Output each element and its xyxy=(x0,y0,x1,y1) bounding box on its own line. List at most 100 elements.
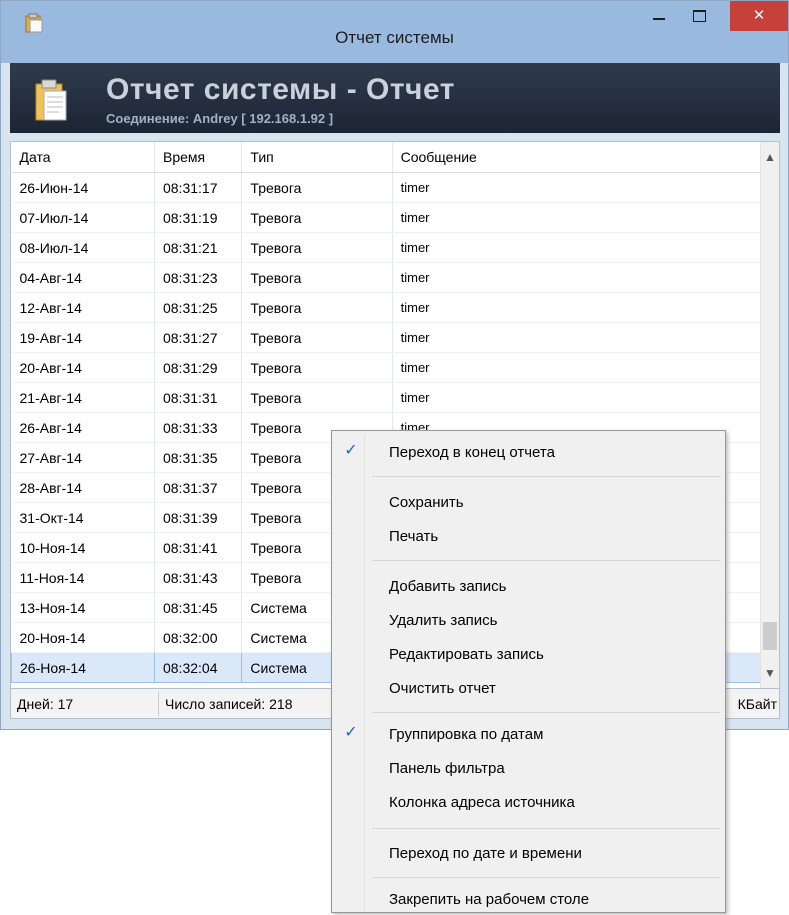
status-size: КБайт xyxy=(737,696,777,712)
cell-message: timer xyxy=(392,202,764,233)
cell-date: 07-Июл-14 xyxy=(11,202,155,233)
cell-time: 08:31:39 xyxy=(154,502,243,533)
cell-type: Тревога xyxy=(241,292,393,323)
cell-message: timer xyxy=(392,382,764,413)
menu-separator xyxy=(372,712,720,713)
menu-separator xyxy=(372,560,720,561)
cell-time: 08:32:00 xyxy=(154,622,243,653)
cell-time: 08:31:27 xyxy=(154,322,243,353)
cell-date: 11-Ноя-14 xyxy=(11,562,155,593)
cell-date: 26-Июн-14 xyxy=(11,172,155,203)
cell-time: 08:31:29 xyxy=(154,352,243,383)
check-icon: ✓ xyxy=(344,724,358,741)
column-header-type[interactable]: Тип xyxy=(241,142,393,173)
menu-item-go-to-datetime[interactable]: Переход по дате и времени xyxy=(334,837,723,869)
column-header-time[interactable]: Время xyxy=(154,142,243,173)
table-row[interactable]: 26-Июн-14 08:31:17 Тревога timer xyxy=(11,172,764,203)
menu-item-source-address-column[interactable]: Колонка адреса источника xyxy=(334,786,723,818)
cell-date: 27-Авг-14 xyxy=(11,442,155,473)
cell-message: timer xyxy=(392,322,764,353)
menu-item-label: Очистить отчет xyxy=(389,680,496,697)
menu-item-clear-report[interactable]: Очистить отчет xyxy=(334,672,723,704)
menu-item-print[interactable]: Печать xyxy=(334,520,723,552)
menu-item-label: Переход по дате и времени xyxy=(389,845,582,862)
cell-type: Тревога xyxy=(241,232,393,263)
cell-date: 28-Авг-14 xyxy=(11,472,155,503)
cell-time: 08:31:37 xyxy=(154,472,243,503)
table-row[interactable]: 20-Авг-14 08:31:29 Тревога timer xyxy=(11,352,764,383)
menu-item-label: Печать xyxy=(389,528,439,545)
scroll-down-icon[interactable]: ▼ xyxy=(761,666,779,680)
window-title: Отчет системы xyxy=(335,28,454,47)
cell-message: timer xyxy=(392,262,764,293)
menu-item-label: Удалить запись xyxy=(389,612,498,629)
cell-message: timer xyxy=(392,292,764,323)
cell-date: 19-Авг-14 xyxy=(11,322,155,353)
minimize-icon xyxy=(653,18,665,20)
menu-separator xyxy=(372,828,720,829)
column-header-date[interactable]: Дата xyxy=(11,142,155,173)
scroll-thumb[interactable] xyxy=(763,622,777,650)
cell-type: Тревога xyxy=(241,322,393,353)
report-title: Отчет системы - Отчет xyxy=(106,73,455,106)
menu-item-delete-record[interactable]: Удалить запись xyxy=(334,604,723,636)
menu-item-label: Панель фильтра xyxy=(389,760,505,777)
cell-time: 08:31:45 xyxy=(154,592,243,623)
menu-item-label: Сохранить xyxy=(389,494,464,511)
cell-type: Тревога xyxy=(241,382,393,413)
cell-date: 26-Ноя-14 xyxy=(11,652,155,683)
cell-date: 10-Ноя-14 xyxy=(11,532,155,563)
cell-date: 26-Авг-14 xyxy=(11,412,155,443)
menu-item-edit-record[interactable]: Редактировать запись xyxy=(334,638,723,670)
table-row[interactable]: 04-Авг-14 08:31:23 Тревога timer xyxy=(11,262,764,293)
vertical-scrollbar[interactable]: ▲ ▼ xyxy=(760,142,779,688)
menu-item-pin-to-desktop[interactable]: Закрепить на рабочем столе xyxy=(334,883,723,915)
scroll-up-icon[interactable]: ▲ xyxy=(761,150,779,164)
cell-type: Тревога xyxy=(241,262,393,293)
connection-info: Соединение: Andrey [ 192.168.1.92 ] xyxy=(106,111,334,126)
menu-item-go-to-end[interactable]: ✓ Переход в конец отчета xyxy=(334,436,723,468)
cell-type: Тревога xyxy=(241,172,393,203)
column-header-message[interactable]: Сообщение xyxy=(392,142,764,173)
cell-time: 08:31:19 xyxy=(154,202,243,233)
cell-time: 08:31:21 xyxy=(154,232,243,263)
cell-time: 08:31:23 xyxy=(154,262,243,293)
cell-date: 12-Авг-14 xyxy=(11,292,155,323)
context-menu: ✓ Переход в конец отчета Сохранить Печат… xyxy=(331,430,726,913)
table-row[interactable]: 08-Июл-14 08:31:21 Тревога timer xyxy=(11,232,764,263)
menu-item-save[interactable]: Сохранить xyxy=(334,486,723,518)
close-icon: ✕ xyxy=(752,7,766,24)
cell-date: 20-Ноя-14 xyxy=(11,622,155,653)
clipboard-report-icon xyxy=(35,79,67,121)
menu-item-group-by-date[interactable]: ✓ Группировка по датам xyxy=(334,718,723,750)
cell-message: timer xyxy=(392,232,764,263)
cell-time: 08:32:04 xyxy=(153,652,243,683)
cell-time: 08:31:43 xyxy=(154,562,243,593)
status-divider xyxy=(158,692,159,716)
close-button[interactable]: ✕ xyxy=(730,1,788,31)
menu-item-label: Группировка по датам xyxy=(389,726,544,743)
status-records: Число записей: 218 xyxy=(165,696,293,712)
maximize-button[interactable] xyxy=(681,1,717,31)
table-row[interactable]: 12-Авг-14 08:31:25 Тревога timer xyxy=(11,292,764,323)
menu-separator xyxy=(372,877,720,878)
maximize-icon xyxy=(693,10,706,22)
menu-item-label: Колонка адреса источника xyxy=(389,794,575,811)
cell-time: 08:31:31 xyxy=(154,382,243,413)
cell-message: timer xyxy=(392,172,764,203)
menu-item-label: Редактировать запись xyxy=(389,646,544,663)
menu-item-filter-panel[interactable]: Панель фильтра xyxy=(334,752,723,784)
title-bar[interactable]: Отчет системы ✕ xyxy=(1,1,788,63)
cell-date: 08-Июл-14 xyxy=(11,232,155,263)
table-row[interactable]: 19-Авг-14 08:31:27 Тревога timer xyxy=(11,322,764,353)
minimize-button[interactable] xyxy=(641,1,677,31)
cell-date: 04-Авг-14 xyxy=(11,262,155,293)
cell-date: 13-Ноя-14 xyxy=(11,592,155,623)
table-row[interactable]: 21-Авг-14 08:31:31 Тревога timer xyxy=(11,382,764,413)
menu-item-add-record[interactable]: Добавить запись xyxy=(334,570,723,602)
status-days: Дней: 17 xyxy=(17,696,74,712)
table-row[interactable]: 07-Июл-14 08:31:19 Тревога timer xyxy=(11,202,764,233)
cell-time: 08:31:25 xyxy=(154,292,243,323)
cell-time: 08:31:17 xyxy=(154,172,243,203)
cell-time: 08:31:33 xyxy=(154,412,243,443)
